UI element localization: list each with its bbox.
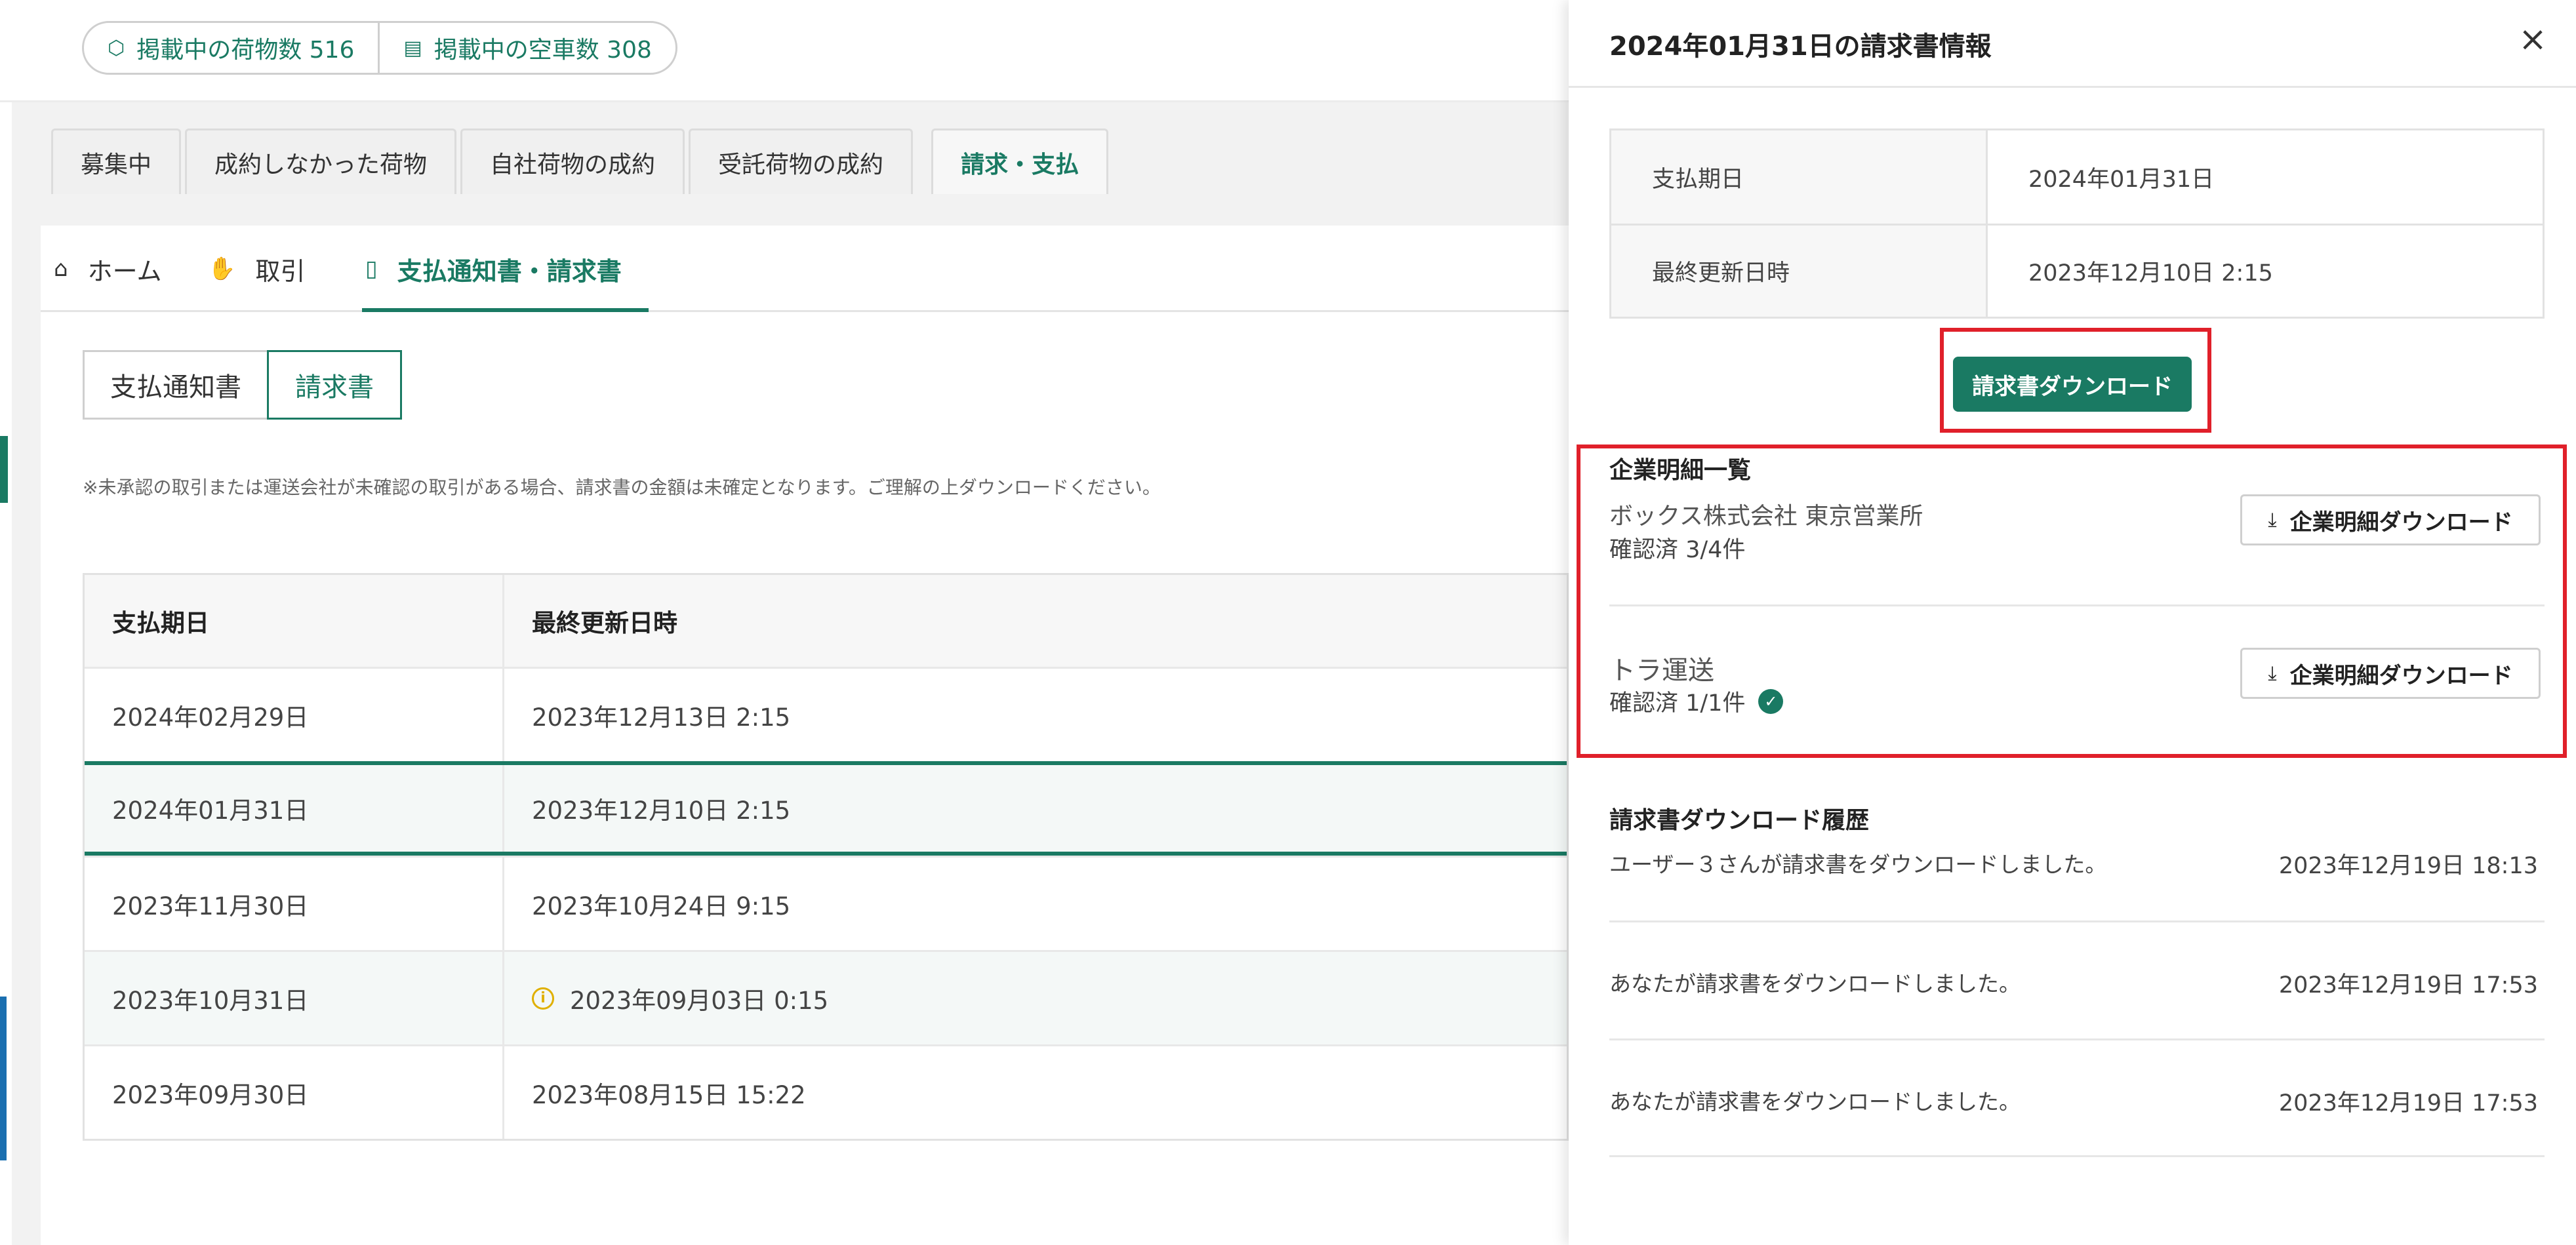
handshake-icon: ✋ — [208, 256, 236, 282]
subnav-deals-label: 取引 — [255, 256, 306, 286]
invoice-download-button[interactable]: 請求書ダウンロード — [1953, 357, 2192, 412]
trucks-count-label: 掲載中の空車数 308 — [433, 37, 652, 64]
segment-invoice[interactable]: 請求書 — [267, 350, 402, 420]
row-due-date: 2024年01月31日 — [85, 765, 504, 852]
row-due-date: 2024年02月29日 — [85, 669, 504, 761]
company-divider — [1609, 604, 2545, 606]
row-updated-at-cell: i 2023年09月03日 0:15 — [504, 952, 1567, 1044]
subnav-home[interactable]: ⌂ ホーム — [54, 249, 161, 288]
company-status: 確認済 1/1件 ✓ — [1609, 684, 1784, 718]
history-divider — [1609, 1038, 2545, 1040]
listings-count-pill[interactable]: ⬡ 掲載中の荷物数 516 — [84, 23, 378, 73]
download-icon: ⤓ — [2268, 662, 2277, 685]
row-updated-at: 2023年09月03日 0:15 — [570, 986, 829, 1015]
history-entry-text: ユーザー３さんが請求書をダウンロードしました。 — [1609, 852, 2107, 877]
table-row[interactable]: 2023年10月31日 i 2023年09月03日 0:15 — [85, 950, 1567, 1044]
segment-payment-notice[interactable]: 支払通知書 — [83, 350, 269, 420]
company-name: ボックス株式会社 東京営業所 — [1609, 503, 1923, 530]
listings-count-label: 掲載中の荷物数 516 — [136, 37, 355, 64]
invoice-table: 支払期日 最終更新日時 2024年02月29日 2023年12月13日 2:15… — [83, 573, 1569, 1141]
subnav-documents-label: 支払通知書・請求書 — [397, 256, 622, 286]
row-due-date: 2023年10月31日 — [85, 952, 504, 1044]
tab-recruiting[interactable]: 募集中 — [51, 128, 182, 194]
history-entry-text: あなたが請求書をダウンロードしました。 — [1609, 1089, 2021, 1115]
tab-billing-payment[interactable]: 請求・支払 — [931, 128, 1109, 194]
table-row[interactable]: 2023年09月30日 2023年08月15日 15:22 — [85, 1044, 1567, 1139]
header-updated-at: 最終更新日時 — [532, 609, 677, 637]
history-entry-time: 2023年12月19日 17:53 — [2278, 972, 2538, 998]
tab-consigned-cargo-contracts[interactable]: 受託荷物の成約 — [689, 128, 914, 194]
package-icon: ⬡ — [108, 36, 125, 60]
company-detail-download-label: 企業明細ダウンロード — [2289, 662, 2513, 689]
subnav-deals[interactable]: ✋ 取引 — [208, 249, 305, 288]
download-icon: ⤓ — [2268, 508, 2277, 532]
company-status-text: 確認済 3/4件 — [1609, 537, 1746, 563]
row-updated-at: 2023年12月13日 2:15 — [532, 703, 791, 732]
home-icon: ⌂ — [54, 256, 68, 282]
table-row-selected[interactable]: 2024年01月31日 2023年12月10日 2:15 — [85, 761, 1567, 856]
invoice-info-table: 支払期日 2024年01月31日 最終更新日時 2023年12月10日 2:15 — [1609, 128, 2545, 319]
company-detail-download-button[interactable]: ⤓ 企業明細ダウンロード — [2240, 648, 2541, 699]
header-due-date: 支払期日 — [85, 575, 504, 667]
row-updated-at: 2023年08月15日 15:22 — [532, 1080, 806, 1109]
company-section-title: 企業明細一覧 — [1609, 457, 1752, 484]
tab-own-cargo-contracts[interactable]: 自社荷物の成約 — [460, 128, 685, 194]
document-icon: ▯ — [365, 256, 378, 282]
table-row[interactable]: 2024年02月29日 2023年12月13日 2:15 — [85, 667, 1567, 761]
info-key: 最終更新日時 — [1611, 226, 1988, 317]
stats-pill-group: ⬡ 掲載中の荷物数 516 ▤ 掲載中の空車数 308 — [82, 21, 677, 75]
left-edge-indicator — [0, 436, 8, 503]
main-tabs: 募集中 成約しなかった荷物 自社荷物の成約 受託荷物の成約 請求・支払 — [51, 128, 1112, 194]
subnav-documents[interactable]: ▯ 支払通知書・請求書 — [365, 249, 622, 288]
history-divider — [1609, 1155, 2545, 1157]
company-detail-download-button[interactable]: ⤓ 企業明細ダウンロード — [2240, 494, 2541, 545]
tab-not-contracted[interactable]: 成約しなかった荷物 — [185, 128, 457, 194]
company-name: トラ運送 — [1609, 656, 1714, 686]
info-row: 最終更新日時 2023年12月10日 2:15 — [1611, 224, 2543, 317]
sub-navigation: ⌂ ホーム ✋ 取引 ▯ 支払通知書・請求書 — [41, 226, 1569, 312]
company-status: 確認済 3/4件 — [1609, 531, 1745, 564]
truck-icon: ▤ — [403, 36, 422, 60]
info-row: 支払期日 2024年01月31日 — [1611, 130, 2543, 224]
info-key: 支払期日 — [1611, 130, 1988, 224]
subnav-home-label: ホーム — [87, 256, 162, 286]
history-divider — [1609, 920, 2545, 922]
check-circle-icon: ✓ — [1758, 688, 1784, 714]
subnav-active-underline — [362, 308, 649, 312]
company-detail-download-label: 企業明細ダウンロード — [2289, 509, 2513, 536]
row-updated-at: 2023年12月10日 2:15 — [532, 797, 791, 825]
history-entry-time: 2023年12月19日 17:53 — [2278, 1090, 2538, 1117]
table-header-row: 支払期日 最終更新日時 — [85, 575, 1567, 667]
invoice-notice: ※未承認の取引または運送会社が未確認の取引がある場合、請求書の金額は未確定となり… — [83, 477, 1161, 498]
invoice-detail-drawer: 2024年01月31日の請求書情報 × 支払期日 2024年01月31日 最終更… — [1569, 0, 2576, 1245]
top-bar: ⬡ 掲載中の荷物数 516 ▤ 掲載中の空車数 308 — [0, 0, 1569, 102]
billing-panel: ⌂ ホーム ✋ 取引 ▯ 支払通知書・請求書 支払通知書 請求書 ※未承認の取引… — [41, 226, 1569, 1245]
company-status-text: 確認済 1/1件 — [1609, 690, 1746, 717]
history-entry-text: あなたが請求書をダウンロードしました。 — [1609, 971, 2021, 997]
history-entry-time: 2023年12月19日 18:13 — [2278, 853, 2538, 879]
close-icon: × — [2518, 20, 2547, 59]
row-due-date: 2023年09月30日 — [85, 1046, 504, 1139]
info-value: 2024年01月31日 — [2028, 166, 2215, 193]
trucks-count-pill[interactable]: ▤ 掲載中の空車数 308 — [378, 23, 675, 73]
warning-icon: i — [532, 987, 554, 1010]
left-edge-indicator-blue — [0, 997, 7, 1160]
close-button[interactable]: × — [2513, 20, 2552, 59]
row-due-date: 2023年11月30日 — [85, 858, 504, 950]
row-updated-at: 2023年10月24日 9:15 — [532, 892, 791, 920]
download-history-title: 請求書ダウンロード履歴 — [1609, 807, 1870, 834]
info-value: 2023年12月10日 2:15 — [2028, 260, 2273, 287]
drawer-header: 2024年01月31日の請求書情報 × — [1569, 0, 2576, 88]
table-row[interactable]: 2023年11月30日 2023年10月24日 9:15 — [85, 856, 1567, 950]
main-area: ⬡ 掲載中の荷物数 516 ▤ 掲載中の空車数 308 募集中 成約しなかった荷… — [0, 0, 1569, 1245]
drawer-title: 2024年01月31日の請求書情報 — [1609, 31, 1992, 62]
